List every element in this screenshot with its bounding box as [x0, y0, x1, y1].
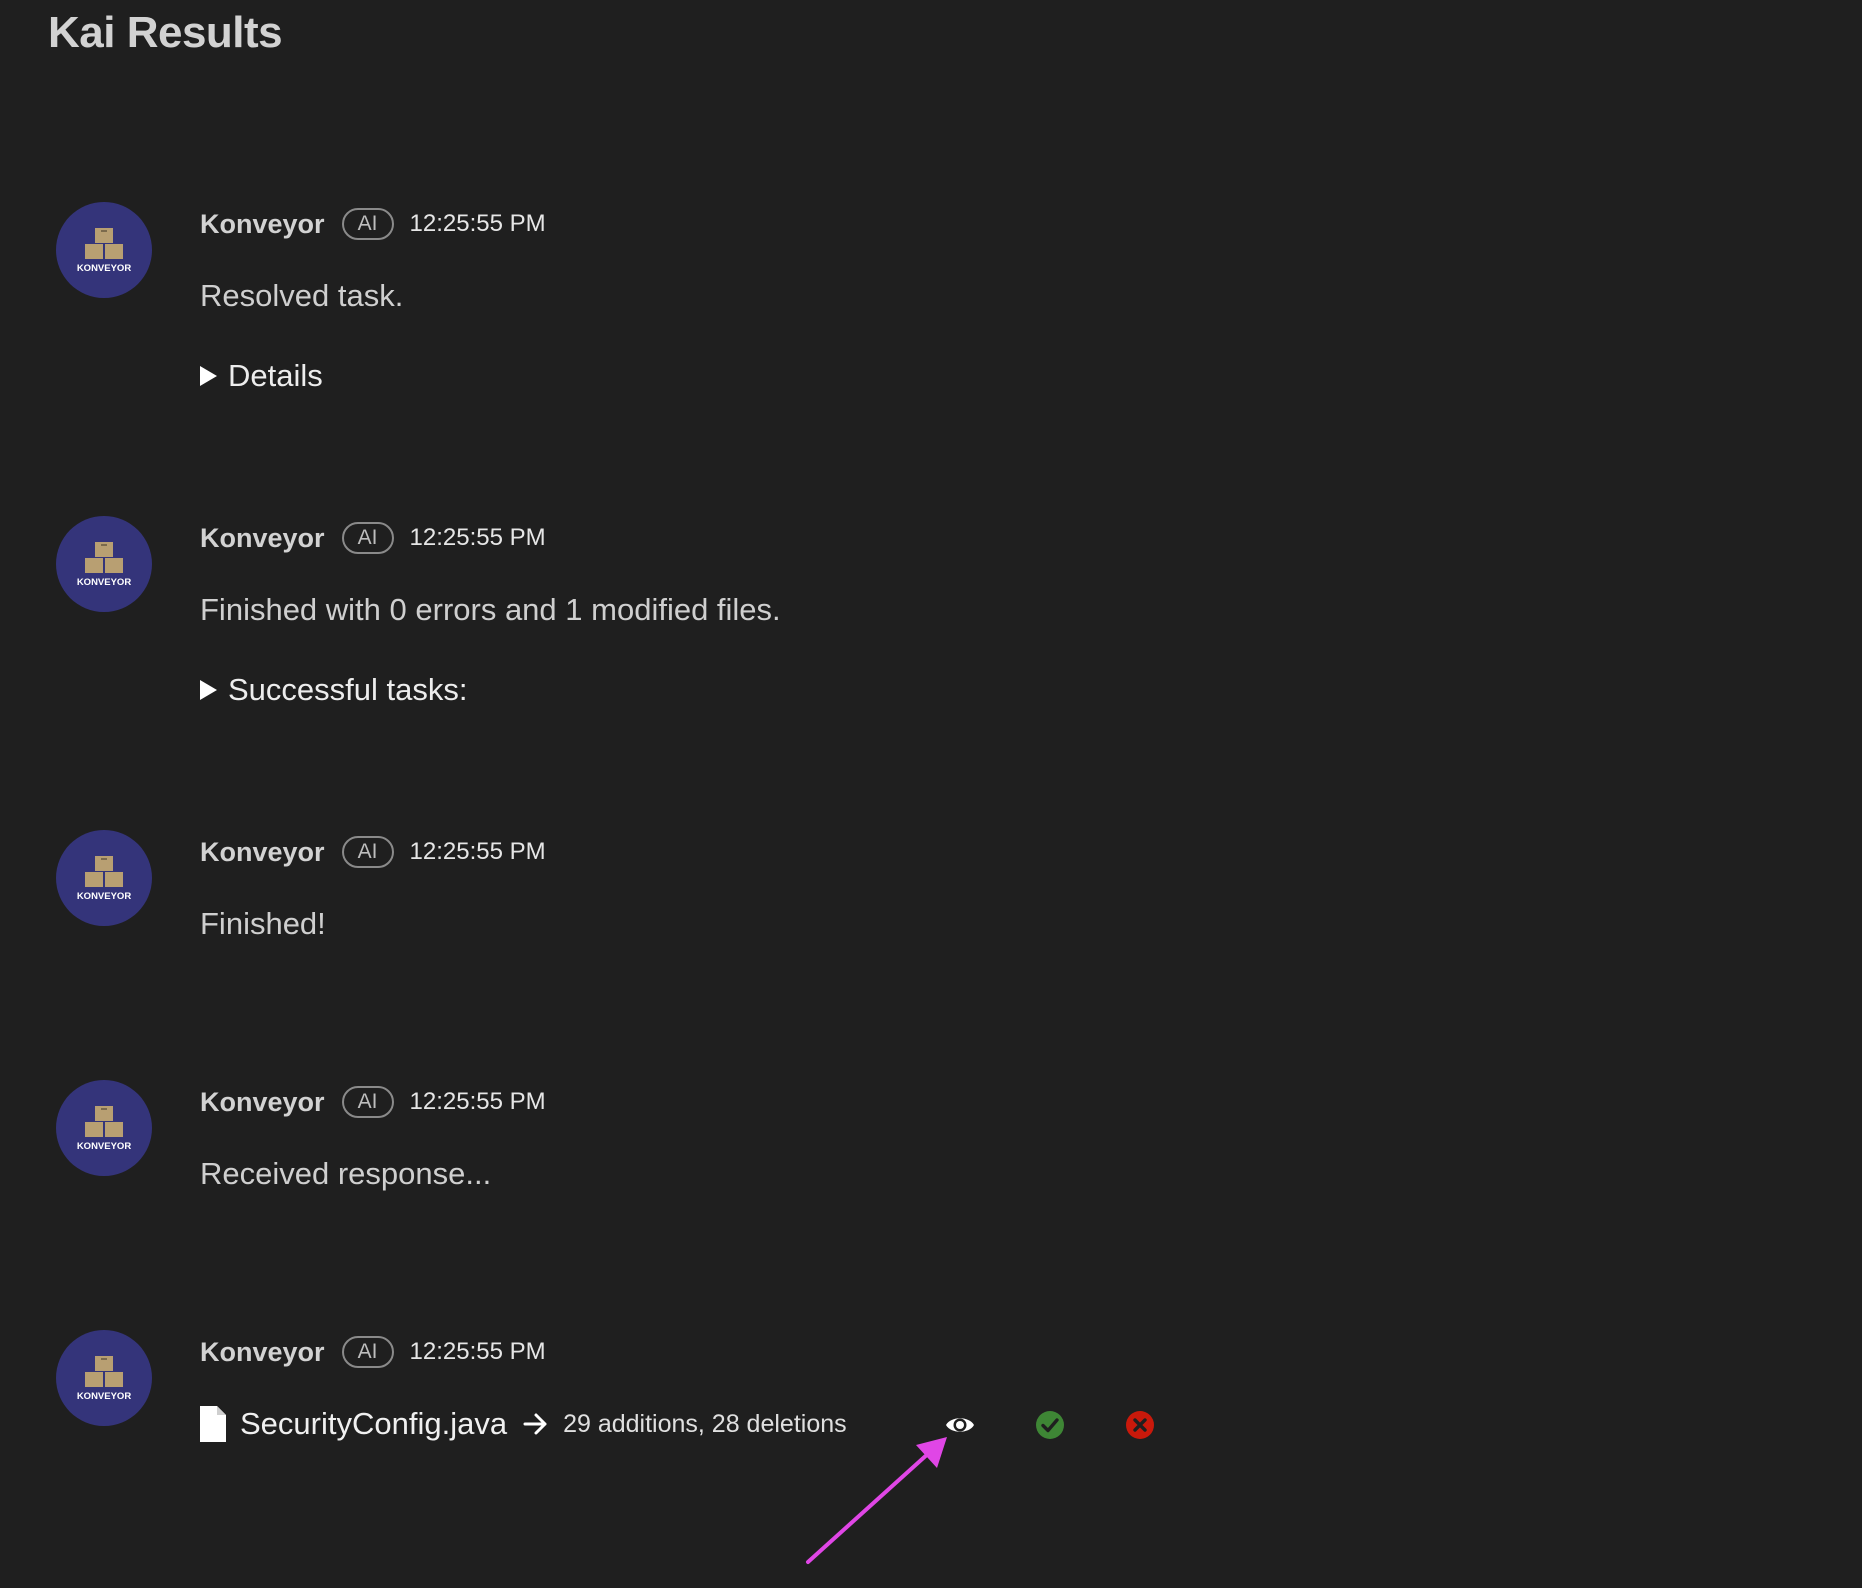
details-label: Details: [228, 358, 323, 393]
author-name: Konveyor: [200, 208, 325, 239]
author-name: Konveyor: [200, 836, 325, 867]
author-name: Konveyor: [200, 1086, 325, 1117]
triangle-right-icon: [200, 680, 217, 700]
timestamp: 12:25:55 PM: [409, 210, 546, 237]
message-text: Resolved task.: [200, 278, 404, 313]
avatar-text: KONVEYOR: [77, 577, 132, 588]
konveyor-logo-icon: KONVEYOR: [77, 228, 132, 274]
modified-file-row: SecurityConfig.java 29 additions, 28 del…: [200, 1400, 847, 1448]
details-toggle[interactable]: Details: [200, 358, 323, 394]
message-text: Finished with 0 errors and 1 modified fi…: [200, 592, 781, 627]
konveyor-logo-icon: KONVEYOR: [77, 1356, 132, 1402]
message-text: Finished!: [200, 906, 326, 941]
konveyor-logo-icon: KONVEYOR: [77, 1106, 132, 1152]
timestamp: 12:25:55 PM: [409, 1338, 546, 1365]
close-circle-icon: [1126, 1411, 1154, 1439]
konveyor-avatar: KONVEYOR: [56, 516, 152, 612]
reject-change-button[interactable]: [1125, 1410, 1155, 1440]
konveyor-avatar: KONVEYOR: [56, 830, 152, 926]
konveyor-logo-icon: KONVEYOR: [77, 542, 132, 588]
file-name: SecurityConfig.java: [240, 1406, 508, 1441]
timestamp: 12:25:55 PM: [409, 838, 546, 865]
konveyor-avatar: KONVEYOR: [56, 1080, 152, 1176]
avatar-text: KONVEYOR: [77, 891, 132, 902]
successful-tasks-toggle[interactable]: Successful tasks:: [200, 672, 467, 708]
message-text: Received response...: [200, 1156, 492, 1191]
check-circle-icon: [1036, 1411, 1064, 1439]
konveyor-avatar: KONVEYOR: [56, 202, 152, 298]
konveyor-logo-icon: KONVEYOR: [77, 856, 132, 902]
avatar-text: KONVEYOR: [77, 263, 132, 274]
ai-badge: AI: [341, 1086, 394, 1118]
ai-badge: AI: [341, 1336, 394, 1368]
file-icon: [200, 1406, 226, 1442]
author-name: Konveyor: [200, 522, 325, 553]
ai-badge: AI: [341, 836, 394, 868]
timestamp: 12:25:55 PM: [409, 1088, 546, 1115]
triangle-right-icon: [200, 366, 217, 386]
konveyor-avatar: KONVEYOR: [56, 1330, 152, 1426]
timestamp: 12:25:55 PM: [409, 524, 546, 551]
successful-tasks-label: Successful tasks:: [228, 672, 468, 707]
avatar-text: KONVEYOR: [77, 1141, 132, 1152]
ai-badge: AI: [341, 208, 394, 240]
page-title: Kai Results: [48, 8, 283, 57]
arrow-right-icon: [523, 1413, 547, 1435]
author-name: Konveyor: [200, 1336, 325, 1367]
ai-badge: AI: [341, 522, 394, 554]
apply-change-button[interactable]: [1035, 1410, 1065, 1440]
avatar-text: KONVEYOR: [77, 1391, 132, 1402]
annotation-arrow: [806, 1437, 947, 1564]
